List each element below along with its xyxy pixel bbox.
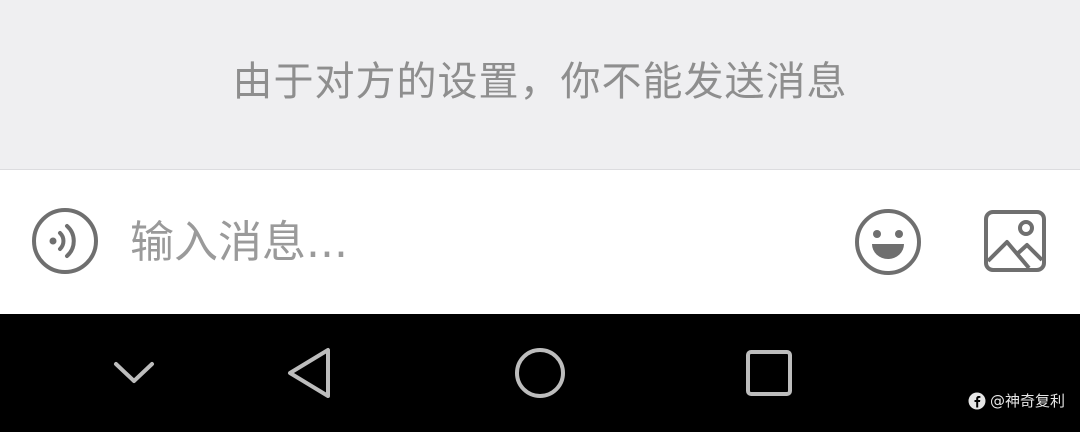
chevron-down-icon: [114, 362, 154, 383]
image-button[interactable]: [983, 209, 1047, 273]
weibo-logo-icon: [968, 392, 986, 410]
image-picture-icon: [984, 210, 1046, 272]
watermark-text: @神奇复利: [990, 392, 1066, 410]
system-navigation-bar: @神奇复利: [0, 314, 1080, 432]
recent-apps-button[interactable]: [744, 348, 794, 398]
chat-notice-area: 由于对方的设置，你不能发送消息: [0, 0, 1080, 170]
square-recent-icon: [746, 350, 792, 396]
back-button[interactable]: [284, 346, 334, 400]
circle-home-icon: [515, 348, 565, 398]
cannot-send-notice: 由于对方的设置，你不能发送消息: [232, 59, 848, 105]
home-button[interactable]: [513, 346, 567, 400]
collapse-button[interactable]: [110, 354, 158, 392]
message-input[interactable]: [130, 210, 820, 274]
voice-input-button[interactable]: [31, 207, 99, 275]
emoji-button[interactable]: [853, 207, 923, 277]
smiley-face-icon: [855, 209, 921, 275]
message-input-bar: [0, 170, 1080, 314]
triangle-back-icon: [288, 348, 330, 398]
watermark: @神奇复利: [968, 390, 1065, 412]
voice-wave-icon: [32, 208, 98, 274]
